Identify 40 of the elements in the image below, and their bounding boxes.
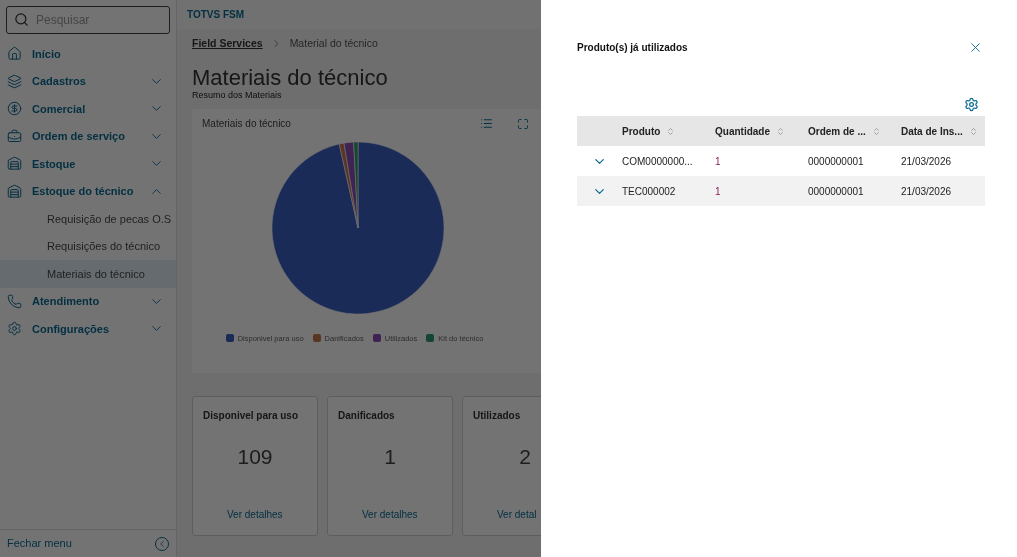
table-cell-text: 21/03/2026 [901, 184, 953, 199]
sidebar-item[interactable]: Cadastros [0, 67, 176, 95]
table-cell-text: 1 [715, 184, 722, 199]
app-title: TOTVS FSM [187, 8, 245, 22]
card-title: Disponivel para uso [203, 408, 300, 423]
details-link[interactable]: Ver detal [497, 506, 537, 522]
card-title: Danificados [338, 408, 396, 423]
table-cell-text: COM0000000... [622, 154, 694, 169]
table-cell-text: 0000000001 [808, 184, 865, 199]
section-title: Resumo dos Materiais [192, 89, 283, 101]
table-cell-text: 0000000001 [808, 154, 865, 169]
column-header[interactable]: Data de Ins... [901, 123, 985, 139]
chart-title: Materiais do técnico [202, 117, 292, 132]
details-link[interactable]: Ver detalhes [227, 506, 283, 522]
table-cell-text: 21/03/2026 [901, 154, 953, 169]
column-header[interactable]: Quantidade [715, 123, 808, 139]
details-link[interactable]: Ver detalhes [362, 506, 418, 522]
table-cell-text: 1 [715, 154, 722, 169]
page-title: Materiais do técnico [192, 63, 389, 91]
breadcrumb-link[interactable]: Field Services [192, 36, 263, 52]
column-header[interactable]: Produto [622, 123, 715, 139]
submenu-item[interactable]: Requisições do técnico [0, 232, 176, 260]
column-header[interactable]: Ordem de ... [808, 123, 901, 139]
sidebar-item[interactable]: Comercial [0, 95, 176, 123]
card-value: 1 [383, 443, 397, 470]
sidebar-item[interactable]: Estoque [0, 150, 176, 178]
submenu-item[interactable]: Materiais do técnico [0, 260, 176, 288]
sidebar-item[interactable]: Ordem de serviço [0, 122, 176, 150]
submenu-item[interactable]: Requisição de pecas O.S [0, 205, 176, 233]
sidebar-item[interactable]: Configurações [0, 315, 176, 343]
drawer-title: Produto(s) já utilizados [577, 41, 688, 55]
sidebar-item[interactable]: Atendimento [0, 287, 176, 315]
sidebar-item[interactable]: Início [0, 40, 176, 68]
collapse-menu-button[interactable]: Fechar menu [0, 529, 176, 557]
card-title: Utilizados [473, 408, 522, 423]
card-value: 2 [518, 443, 532, 470]
table-cell-text: TEC000002 [622, 184, 677, 199]
card-value: 109 [236, 443, 274, 470]
sidebar-item[interactable]: Estoque do técnico [0, 177, 176, 205]
breadcrumb-current: Material do técnico [289, 36, 378, 51]
